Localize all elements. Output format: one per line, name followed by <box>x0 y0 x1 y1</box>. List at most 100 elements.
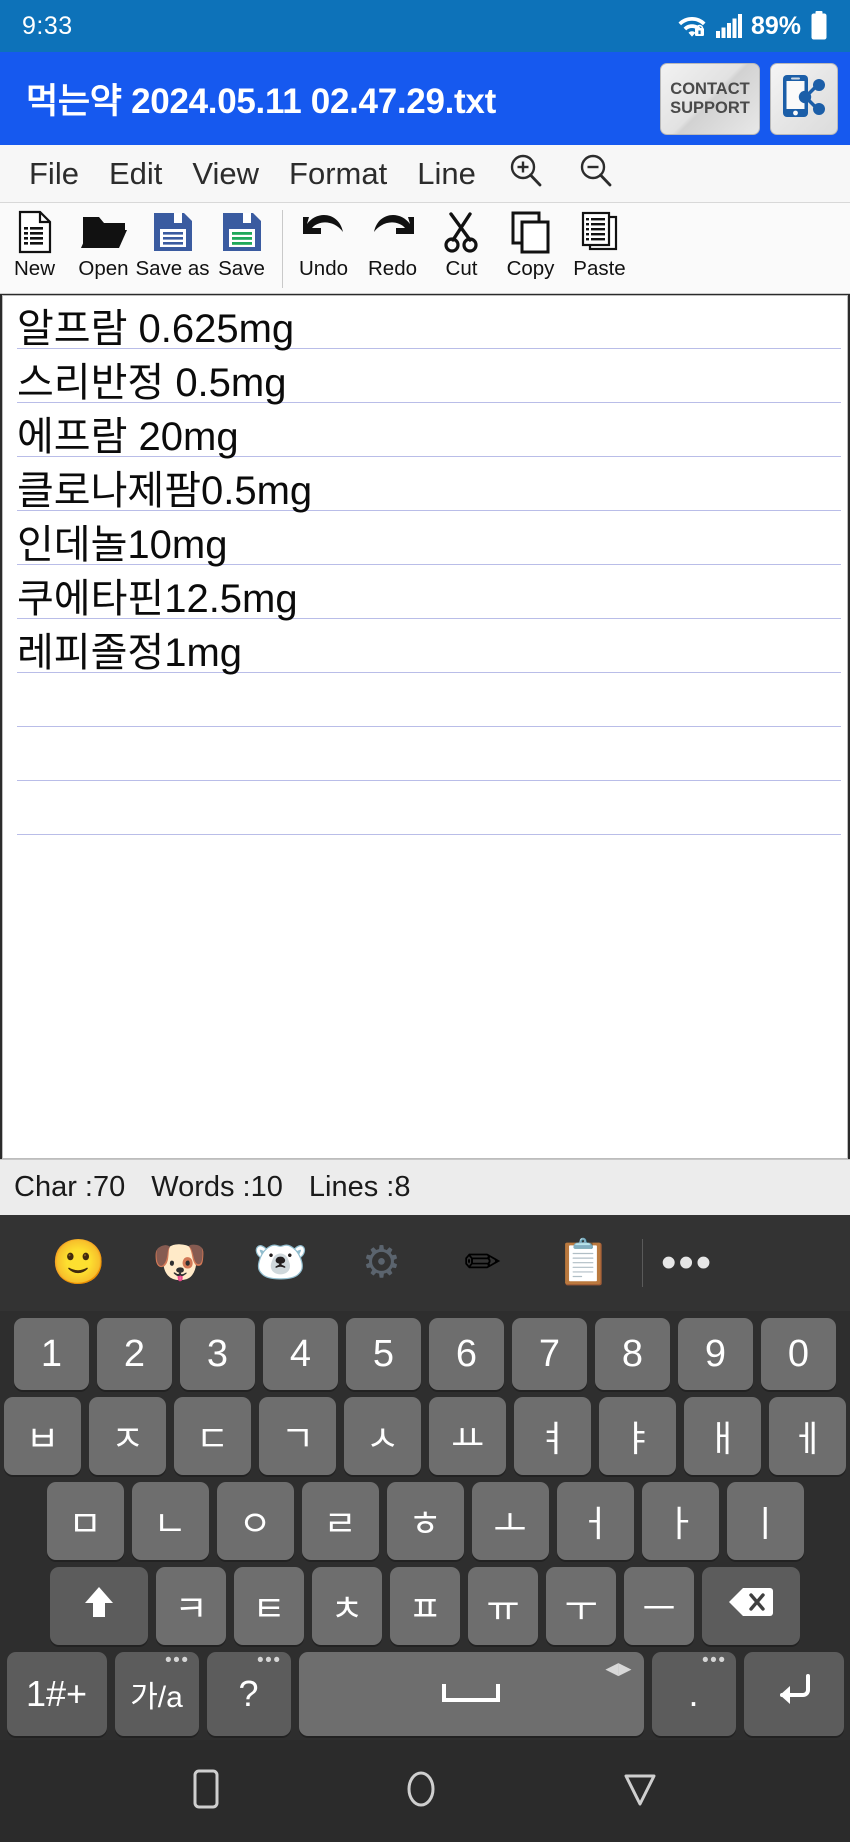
char-count: Char :70 <box>14 1171 126 1203</box>
editor-line[interactable]: 쿠에타핀12.5mg <box>17 572 847 626</box>
key-hangul[interactable]: ㅛ <box>429 1397 506 1475</box>
key-hangul[interactable]: ㅂ <box>4 1397 81 1475</box>
key-hangul[interactable]: ㅠ <box>468 1567 538 1645</box>
key-5[interactable]: 5 <box>346 1318 421 1390</box>
key-hangul[interactable]: ㅈ <box>89 1397 166 1475</box>
status-clock: 9:33 <box>22 11 73 40</box>
animoji-dog-icon[interactable]: 🐶 <box>129 1241 230 1285</box>
editor-line[interactable]: 에프람 20mg <box>17 410 847 464</box>
zoom-in-button[interactable] <box>491 152 561 195</box>
more-options-dots-icon: ••• <box>257 1650 282 1671</box>
key-4[interactable]: 4 <box>263 1318 338 1390</box>
word-count: Words :10 <box>151 1171 283 1203</box>
save-as-button[interactable]: Save as <box>135 208 210 281</box>
editor-line[interactable]: 클로나제팜0.5mg <box>17 464 847 518</box>
menu-format[interactable]: Format <box>274 156 402 192</box>
key-hangul[interactable]: ㅣ <box>726 1482 804 1560</box>
editor-line[interactable]: 레피졸정1mg <box>17 626 847 680</box>
keyboard-overflow-button[interactable]: ••• <box>661 1238 713 1288</box>
key-2[interactable]: 2 <box>97 1318 172 1390</box>
key-3[interactable]: 3 <box>180 1318 255 1390</box>
key-6[interactable]: 6 <box>429 1318 504 1390</box>
cut-label: Cut <box>445 257 478 280</box>
keyboard-row-2: ㅁ ㄴ ㅇ ㄹ ㅎ ㅗ ㅓ ㅏ ㅣ <box>0 1482 850 1560</box>
key-8[interactable]: 8 <box>595 1318 670 1390</box>
new-document-icon <box>15 208 55 255</box>
key-hangul[interactable]: ㅔ <box>769 1397 846 1475</box>
key-hangul[interactable]: ㅡ <box>624 1567 694 1645</box>
question-key[interactable]: ••• ? <box>206 1650 291 1736</box>
shift-key[interactable] <box>50 1567 148 1645</box>
key-7[interactable]: 7 <box>512 1318 587 1390</box>
menu-view[interactable]: View <box>177 156 274 192</box>
key-hangul[interactable]: ㅅ <box>344 1397 421 1475</box>
copy-button[interactable]: Copy <box>496 208 565 281</box>
handwriting-pen-icon[interactable]: ✏ <box>432 1241 533 1285</box>
key-1[interactable]: 1 <box>14 1318 89 1390</box>
period-key-label: . <box>688 1673 699 1714</box>
menu-line[interactable]: Line <box>402 156 491 192</box>
key-hangul[interactable]: ㄹ <box>301 1482 379 1560</box>
key-hangul[interactable]: ㄷ <box>174 1397 251 1475</box>
bear-sticker-icon[interactable]: 🐻‍❄️ <box>230 1241 331 1285</box>
key-hangul[interactable]: ㅏ <box>641 1482 719 1560</box>
enter-return-icon <box>774 1673 814 1716</box>
key-hangul[interactable]: ㅋ <box>156 1567 226 1645</box>
key-hangul[interactable]: ㄴ <box>131 1482 209 1560</box>
key-hangul[interactable]: ㅇ <box>216 1482 294 1560</box>
key-hangul[interactable]: ㅐ <box>684 1397 761 1475</box>
key-9[interactable]: 9 <box>678 1318 753 1390</box>
key-hangul[interactable]: ㅗ <box>471 1482 549 1560</box>
contact-support-button[interactable]: CONTACT SUPPORT <box>660 62 760 135</box>
clipboard-icon[interactable]: 📋 <box>533 1241 634 1285</box>
keyboard-toolbar: 🙂 🐶 🐻‍❄️ ⚙ ✏ 📋 ••• <box>0 1215 850 1311</box>
menu-file[interactable]: File <box>14 156 94 192</box>
open-folder-icon <box>80 208 127 255</box>
key-hangul[interactable]: ㅜ <box>546 1567 616 1645</box>
save-button[interactable]: Save <box>207 208 276 281</box>
key-0[interactable]: 0 <box>761 1318 836 1390</box>
backspace-key[interactable] <box>702 1567 800 1645</box>
emoji-smiley-icon[interactable]: 🙂 <box>28 1241 129 1285</box>
space-bar-icon <box>440 1673 502 1715</box>
period-key[interactable]: ••• . <box>651 1651 736 1736</box>
key-hangul[interactable]: ㅌ <box>234 1567 304 1645</box>
enter-key[interactable] <box>743 1652 844 1736</box>
key-hangul[interactable]: ㅓ <box>556 1482 634 1560</box>
paste-label: Paste <box>573 257 626 280</box>
copy-label: Copy <box>506 257 555 280</box>
menu-edit[interactable]: Edit <box>94 156 177 192</box>
text-editor-area[interactable]: 알프람 0.625mg 스리반정 0.5mg 에프람 20mg 클로나제팜0.5… <box>2 295 848 1159</box>
editor-line[interactable]: 스리반정 0.5mg <box>17 356 847 410</box>
key-hangul[interactable]: ㅎ <box>386 1482 464 1560</box>
share-phone-icon <box>781 72 827 125</box>
symbols-key[interactable]: 1#+ <box>6 1652 107 1736</box>
key-hangul[interactable]: ㅍ <box>390 1567 460 1645</box>
paste-button[interactable]: Paste <box>565 208 634 281</box>
new-button[interactable]: New <box>0 208 69 281</box>
settings-gear-icon[interactable]: ⚙ <box>331 1241 432 1285</box>
key-hangul[interactable]: ㅕ <box>514 1397 591 1475</box>
keyboard-toolbar-divider <box>642 1239 643 1287</box>
undo-button[interactable]: Undo <box>289 208 358 281</box>
home-circle-icon[interactable] <box>401 1766 441 1817</box>
document-text[interactable]: 알프람 0.625mg 스리반정 0.5mg 에프람 20mg 클로나제팜0.5… <box>3 296 847 680</box>
zoom-out-button[interactable] <box>561 152 631 195</box>
open-button[interactable]: Open <box>69 208 138 281</box>
key-hangul[interactable]: ㅁ <box>46 1482 124 1560</box>
redo-arrow-icon <box>370 208 416 255</box>
key-hangul[interactable]: ㅊ <box>312 1567 382 1645</box>
scissors-icon <box>442 208 482 255</box>
key-hangul[interactable]: ㄱ <box>259 1397 336 1475</box>
back-triangle-icon[interactable] <box>619 1766 661 1817</box>
recents-square-icon[interactable] <box>189 1766 223 1817</box>
key-hangul[interactable]: ㅑ <box>599 1397 676 1475</box>
cut-button[interactable]: Cut <box>427 208 496 281</box>
space-key[interactable]: ◀▶ <box>298 1652 644 1736</box>
editor-line[interactable]: 알프람 0.625mg <box>17 302 847 356</box>
redo-button[interactable]: Redo <box>358 208 427 281</box>
language-toggle-key[interactable]: ••• 가/a <box>114 1650 199 1736</box>
more-options-dots-icon: ••• <box>165 1650 190 1671</box>
editor-line[interactable]: 인데놀10mg <box>17 518 847 572</box>
share-button[interactable] <box>770 62 838 135</box>
